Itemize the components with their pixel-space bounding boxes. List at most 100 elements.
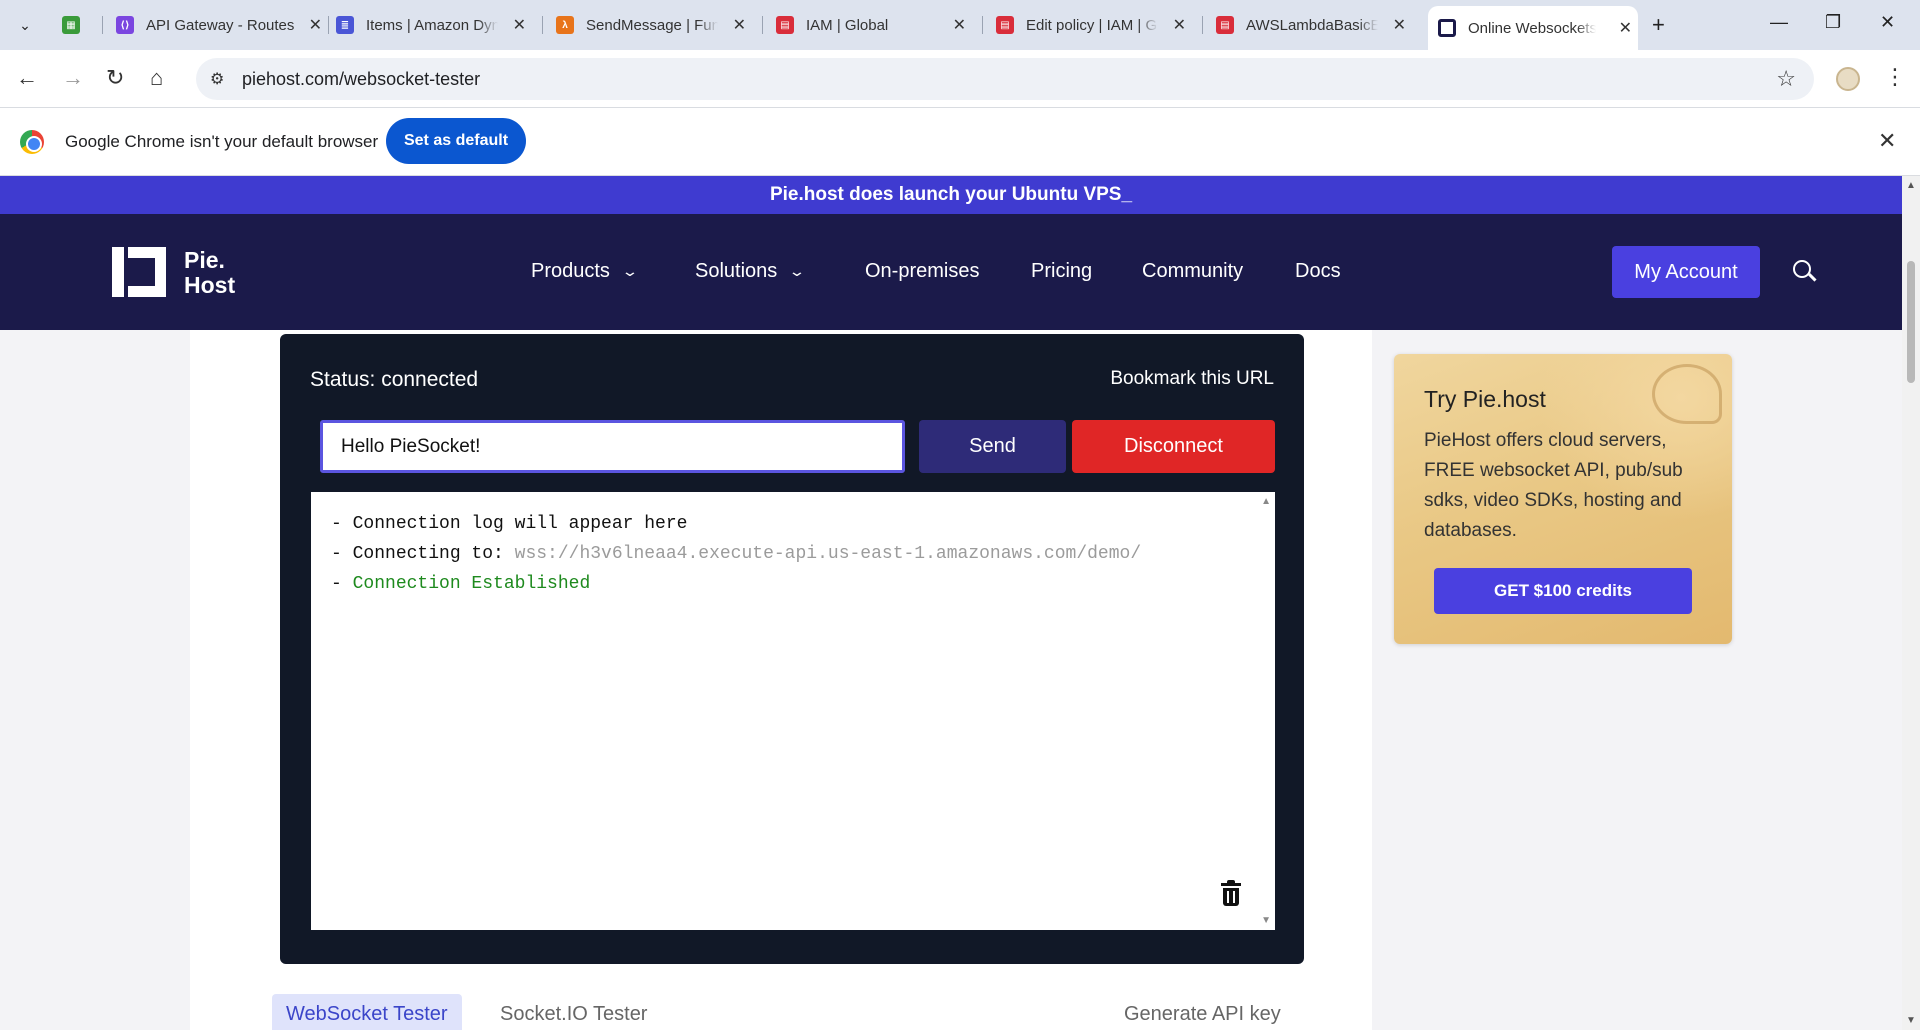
tab-title: AWSLambdaBasicExecutionRole — [1246, 16, 1378, 34]
tab-lambda[interactable]: λ SendMessage | Functions ✕ — [556, 8, 752, 42]
site-info-icon[interactable]: ⚙ — [210, 69, 224, 89]
close-tab-icon[interactable]: ✕ — [513, 15, 526, 35]
close-tab-icon[interactable]: ✕ — [309, 15, 322, 35]
tab-socketio-tester[interactable]: Socket.IO Tester — [486, 994, 661, 1030]
nav-pricing[interactable]: Pricing — [1031, 260, 1092, 283]
profile-avatar[interactable] — [1836, 67, 1860, 91]
tab-api-gateway[interactable]: ⟨⟩ API Gateway - Routes ✕ — [116, 8, 328, 42]
forward-arrow-icon[interactable]: → — [62, 65, 84, 91]
log-line: - Connecting to: wss://h3v6lneaa4.execut… — [331, 544, 1142, 564]
websocket-tester-panel: Status: connected Bookmark this URL Send… — [280, 334, 1304, 964]
reload-icon[interactable]: ↻ — [106, 65, 124, 91]
scroll-down-arrow-icon[interactable]: ▼ — [1261, 915, 1271, 926]
new-tab-plus-icon[interactable]: + — [1652, 12, 1665, 38]
nav-label: Community — [1142, 260, 1244, 282]
dynamodb-favicon-icon: ≣ — [336, 16, 354, 34]
infobar-message: Google Chrome isn't your default browser — [65, 132, 379, 151]
generate-api-key-link[interactable]: Generate API key — [1110, 994, 1295, 1030]
back-arrow-icon[interactable]: ← — [16, 65, 38, 91]
url-text[interactable]: piehost.com/websocket-tester — [242, 69, 480, 90]
my-account-button[interactable]: My Account — [1612, 246, 1760, 298]
nav-label: Docs — [1295, 260, 1341, 282]
connection-status: Status: connected — [310, 368, 479, 391]
tab-title: Online Websockets Tester — [1468, 19, 1596, 37]
iam-favicon-icon: ▤ — [776, 16, 794, 34]
default-browser-infobar: Google Chrome isn't your default browser… — [0, 108, 1920, 176]
trash-icon[interactable] — [1221, 880, 1241, 906]
close-tab-icon[interactable]: ✕ — [733, 15, 746, 35]
close-tab-icon[interactable]: ✕ — [1619, 18, 1632, 38]
minimize-icon[interactable]: — — [1770, 12, 1788, 33]
tab-websocket-tester[interactable]: Online Websockets Tester ✕ — [1428, 6, 1638, 50]
lambda-favicon-icon: λ — [556, 16, 574, 34]
tab-search-chevron-icon[interactable]: ⌄ — [12, 12, 38, 38]
bookmark-url-link[interactable]: Bookmark this URL — [1110, 368, 1274, 390]
close-tab-icon[interactable]: ✕ — [953, 15, 966, 35]
nav-community[interactable]: Community — [1142, 260, 1243, 283]
close-tab-icon[interactable]: ✕ — [1393, 15, 1406, 35]
ad-title: Try Pie.host — [1424, 386, 1546, 412]
tab-title: SendMessage | Functions — [586, 16, 718, 34]
log-line: - Connection log will appear here — [331, 514, 688, 534]
promo-banner[interactable]: Pie.host does launch your Ubuntu VPS_ — [0, 176, 1902, 214]
site-header: Pie. Host Products ⌄ Solutions ⌄ On-prem… — [0, 214, 1902, 330]
window-close-icon[interactable]: ✕ — [1880, 12, 1895, 33]
tab-lambda-role[interactable]: ▤ AWSLambdaBasicExecutionRole ✕ — [1216, 8, 1412, 42]
browser-tab-bar: ⌄ ▦ ⟨⟩ API Gateway - Routes ✕ ≣ Items | … — [0, 0, 1920, 50]
tab-websocket-tester-page[interactable]: WebSocket Tester — [272, 994, 462, 1030]
nav-label: Solutions — [695, 260, 778, 282]
ornament-decoration — [1652, 364, 1722, 424]
tab-title: Edit policy | IAM | Global — [1026, 16, 1158, 34]
api-gateway-favicon-icon: ⟨⟩ — [116, 16, 134, 34]
nav-products[interactable]: Products ⌄ — [531, 260, 639, 283]
sheets-favicon-icon: ▦ — [62, 16, 80, 34]
scrollbar-thumb[interactable] — [1907, 261, 1915, 383]
tab-title: Items | Amazon DynamoDB — [366, 16, 498, 34]
scroll-down-arrow-icon[interactable]: ▼ — [1906, 1015, 1916, 1026]
piehost-logo-icon[interactable] — [112, 247, 166, 297]
browser-menu-icon[interactable]: ⋮ — [1884, 64, 1906, 90]
tab-edit-policy[interactable]: ▤ Edit policy | IAM | Global ✕ — [996, 8, 1192, 42]
log-line: - Connection Established — [331, 574, 591, 594]
web-page: Pie.host does launch your Ubuntu VPS_ Pi… — [0, 176, 1902, 1030]
chevron-down-icon: ⌄ — [621, 263, 639, 279]
home-icon[interactable]: ⌂ — [150, 65, 163, 91]
logo-line-2: Host — [184, 272, 236, 298]
disconnect-button[interactable]: Disconnect — [1072, 420, 1275, 473]
browser-toolbar: ← → ↻ ⌂ ⚙ piehost.com/websocket-tester ☆ — [0, 50, 1920, 108]
tab-title: IAM | Global — [806, 16, 889, 34]
ad-description: PieHost offers cloud servers, FREE webso… — [1424, 430, 1683, 541]
tab-sheets[interactable]: ▦ — [62, 8, 102, 42]
piehost-logo-text[interactable]: Pie. Host — [184, 248, 235, 298]
scroll-up-arrow-icon[interactable]: ▲ — [1261, 496, 1271, 507]
bookmark-star-icon[interactable]: ☆ — [1776, 66, 1796, 92]
set-as-default-button[interactable]: Set as default — [386, 118, 526, 164]
try-piehost-ad: Try Pie.host PieHost offers cloud server… — [1394, 354, 1732, 644]
page-scrollbar[interactable]: ▲ ▼ — [1902, 176, 1920, 1030]
chevron-down-icon: ⌄ — [788, 263, 806, 279]
address-bar[interactable]: ⚙ piehost.com/websocket-tester ☆ — [196, 58, 1814, 100]
get-credits-button[interactable]: GET $100 credits — [1434, 568, 1692, 614]
tab-dynamodb[interactable]: ≣ Items | Amazon DynamoDB ✕ — [336, 8, 532, 42]
scroll-up-arrow-icon[interactable]: ▲ — [1906, 180, 1916, 191]
infobar-close-icon[interactable]: ✕ — [1878, 128, 1896, 154]
piehost-favicon-icon — [1438, 19, 1456, 37]
nav-solutions[interactable]: Solutions ⌄ — [695, 260, 806, 283]
tab-title: API Gateway - Routes — [146, 16, 295, 34]
message-input[interactable] — [320, 420, 905, 473]
tab-iam[interactable]: ▤ IAM | Global ✕ — [776, 8, 972, 42]
send-button[interactable]: Send — [919, 420, 1066, 473]
restore-icon[interactable]: ❐ — [1825, 12, 1841, 33]
logo-line-1: Pie. — [184, 247, 225, 273]
iam-favicon-icon: ▤ — [996, 16, 1014, 34]
close-tab-icon[interactable]: ✕ — [1173, 15, 1186, 35]
connection-log[interactable]: - Connection log will appear here - Conn… — [311, 492, 1275, 930]
nav-docs[interactable]: Docs — [1295, 260, 1341, 283]
nav-on-premises[interactable]: On-premises — [865, 260, 979, 283]
chrome-logo-icon — [20, 130, 44, 154]
nav-label: Products — [531, 260, 610, 282]
search-icon[interactable] — [1793, 260, 1817, 282]
nav-label: Pricing — [1031, 260, 1093, 282]
iam-favicon-icon: ▤ — [1216, 16, 1234, 34]
nav-label: On-premises — [865, 260, 980, 282]
